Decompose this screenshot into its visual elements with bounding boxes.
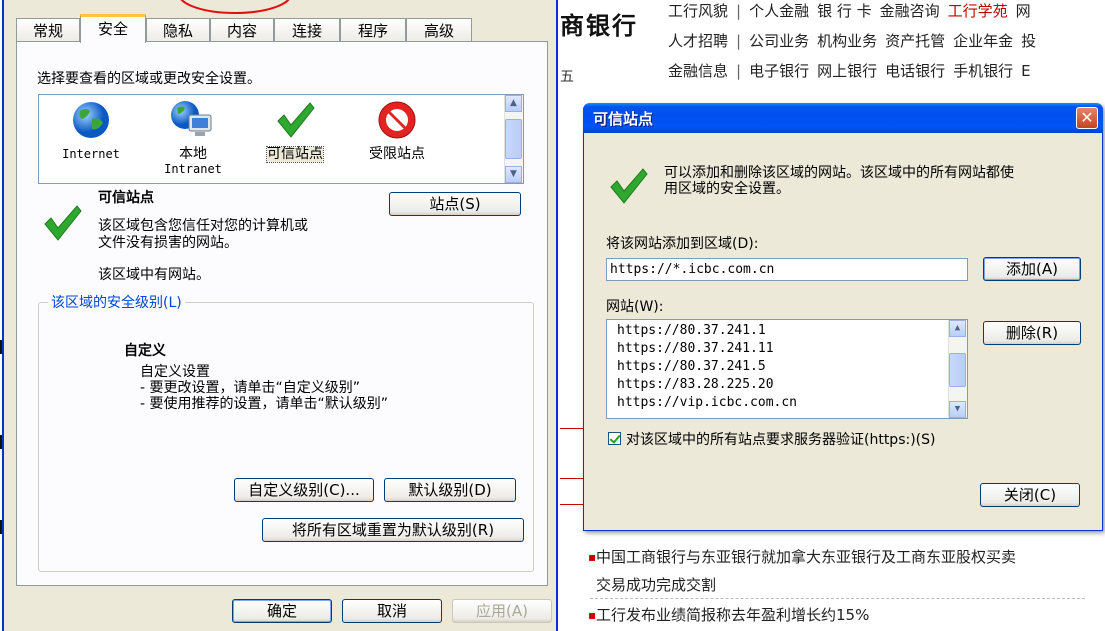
tab-privacy[interactable]: 隐私: [146, 18, 210, 42]
bullet-icon: ▪: [588, 608, 597, 622]
add-site-input[interactable]: https://*.icbc.com.cn: [606, 258, 968, 281]
require-https-label[interactable]: 对该区域中的所有站点要求服务器验证(https:)(S): [626, 429, 935, 449]
news-item[interactable]: ▪ 中国工商银行与东亚银行就加拿大东亚银行及工商东亚股权买卖 交易成功完成交割: [588, 543, 1017, 599]
nav-link[interactable]: 电话银行: [885, 62, 945, 80]
apply-button: 应用(A): [452, 599, 552, 623]
zone-internet[interactable]: Internet: [49, 99, 133, 162]
zone-list: Internet 本地 Intranet 可信站点 受限站点 ▲ ▼: [38, 94, 524, 184]
dialog-title: 可信站点: [593, 110, 654, 128]
zone-title: 可信站点: [98, 190, 154, 206]
news-line: 交易成功完成交割: [596, 576, 717, 594]
nav-link[interactable]: 金融咨询: [880, 2, 940, 20]
security-level-name: 自定义: [124, 343, 166, 359]
zone-local-intranet[interactable]: 本地 Intranet: [151, 99, 235, 177]
zone-label: 可信站点: [266, 146, 324, 163]
nav-link-active[interactable]: 工行学苑: [948, 2, 1008, 20]
zone-label: 本地: [179, 146, 207, 162]
trusted-sites-dialog: 可信站点 ✕ 可以添加和删除该区域的网站。该区域中的所有网站都使 用区域的安全设…: [583, 103, 1103, 531]
nav-link[interactable]: 机构业务: [817, 32, 877, 50]
scroll-thumb[interactable]: [949, 353, 966, 387]
bank-logo-text: 商银行: [560, 11, 638, 40]
default-level-button[interactable]: 默认级别(D): [384, 478, 516, 502]
zone-label: 受限站点: [369, 146, 425, 162]
level-desc-line: - 要使用推荐的设置，请单击“默认级别”: [140, 396, 389, 412]
nav-link[interactable]: 工行风貌: [668, 2, 728, 20]
nav-link[interactable]: 投: [1021, 32, 1036, 50]
globe-icon: [73, 102, 109, 138]
check-icon: [606, 165, 650, 211]
nav-link[interactable]: 企业年金: [953, 32, 1013, 50]
news-line: 工行发布业绩简报称去年盈利增长约15%: [596, 606, 870, 624]
cancel-button[interactable]: 取消: [342, 599, 442, 623]
ok-button[interactable]: 确定: [232, 599, 332, 623]
bullet-icon: ▪: [588, 550, 597, 564]
scroll-down-icon[interactable]: ▼: [949, 401, 966, 418]
news-line: 中国工商银行与东亚银行就加拿大东亚银行及工商东亚股权买卖: [596, 548, 1017, 566]
sites-list[interactable]: https://80.37.241.1 https://80.37.241.11…: [606, 319, 968, 419]
zone-has-sites-text: 该区域中有网站。: [98, 267, 210, 283]
info-text: 用区域的安全设置。: [664, 181, 790, 197]
security-level-title: 该区域的安全级别(L): [48, 292, 185, 312]
zone-label-secondary: Intranet: [164, 162, 222, 176]
zone-prompt: 选择要查看的区域或更改安全设置。: [37, 71, 261, 87]
site-row[interactable]: https://80.37.241.1: [617, 322, 797, 340]
nav-row-1: 工行风貌 | 个人金融银 行 卡金融咨询 工行学苑网: [668, 2, 1031, 20]
tab-programs[interactable]: 程序: [340, 18, 406, 42]
nav-link[interactable]: 人才招聘: [668, 32, 728, 50]
prohibited-icon: [378, 101, 416, 139]
news-item[interactable]: ▪ 工行发布业绩简报称去年盈利增长约15%: [588, 601, 870, 629]
sites-list-scrollbar[interactable]: ▲ ▼: [948, 320, 967, 418]
zone-label: Internet: [62, 147, 120, 161]
nav-link[interactable]: 个人金融: [749, 2, 809, 20]
scroll-thumb[interactable]: [505, 119, 522, 159]
remove-button[interactable]: 删除(R): [983, 321, 1081, 345]
sites-list-label: 网站(W):: [606, 299, 664, 315]
red-annotation-circle: [180, 0, 290, 14]
check-icon: [40, 202, 84, 244]
reset-all-zones-button[interactable]: 将所有区域重置为默认级别(R): [262, 518, 524, 542]
nav-link[interactable]: 资产托管: [885, 32, 945, 50]
title-bar[interactable]: 可信站点 ✕: [583, 103, 1103, 133]
nav-link[interactable]: 网: [1016, 2, 1031, 20]
local-intranet-icon: [171, 101, 212, 136]
divider: [590, 598, 1085, 599]
zone-list-scrollbar[interactable]: ▲ ▼: [504, 95, 523, 183]
require-https-checkbox[interactable]: [608, 432, 621, 445]
scroll-up-icon[interactable]: ▲: [505, 95, 522, 112]
nav-link[interactable]: E: [1021, 62, 1030, 80]
close-icon[interactable]: ✕: [1076, 107, 1098, 129]
nav-row-3: 金融信息 | 电子银行 网上银行 电话银行 手机银行 E: [668, 62, 1031, 80]
tab-content[interactable]: 内容: [210, 18, 274, 42]
close-button[interactable]: 关闭(C): [980, 483, 1080, 507]
check-icon: [277, 102, 315, 138]
site-row[interactable]: https://80.37.241.5: [617, 358, 797, 376]
custom-level-button[interactable]: 自定义级别(C)...: [234, 478, 374, 502]
nav-link[interactable]: 公司业务: [749, 32, 809, 50]
tab-general[interactable]: 常规: [16, 18, 80, 42]
stray-text: 五: [560, 69, 574, 85]
add-site-label: 将该网站添加到区域(D):: [606, 236, 759, 252]
zone-description: 文件没有损害的网站。: [98, 235, 238, 251]
scroll-up-icon[interactable]: ▲: [949, 320, 966, 337]
nav-link[interactable]: 网上银行: [817, 62, 877, 80]
nav-row-2: 人才招聘 | 公司业务 机构业务 资产托管 企业年金投: [668, 32, 1037, 50]
site-row[interactable]: https://80.37.241.11: [617, 340, 797, 358]
tab-security[interactable]: 安全: [80, 14, 146, 43]
nav-link[interactable]: 银 行 卡: [817, 2, 872, 20]
nav-link[interactable]: 金融信息: [668, 62, 728, 80]
internet-options-dialog: 常规 安全 隐私 内容 连接 程序 高级 选择要查看的区域或更改安全设置。 In…: [2, 0, 558, 631]
add-button[interactable]: 添加(A): [983, 257, 1081, 281]
zone-trusted-sites[interactable]: 可信站点: [253, 99, 337, 163]
site-row[interactable]: https://83.28.225.20: [617, 376, 797, 394]
tab-connections[interactable]: 连接: [274, 18, 340, 42]
tab-advanced[interactable]: 高级: [406, 18, 472, 42]
nav-link[interactable]: 电子银行: [749, 62, 809, 80]
scroll-down-icon[interactable]: ▼: [505, 166, 522, 183]
nav-link[interactable]: 手机银行: [953, 62, 1013, 80]
site-row[interactable]: https://vip.icbc.com.cn: [617, 394, 797, 412]
zone-restricted-sites[interactable]: 受限站点: [355, 99, 439, 162]
sites-button[interactable]: 站点(S): [389, 192, 521, 216]
